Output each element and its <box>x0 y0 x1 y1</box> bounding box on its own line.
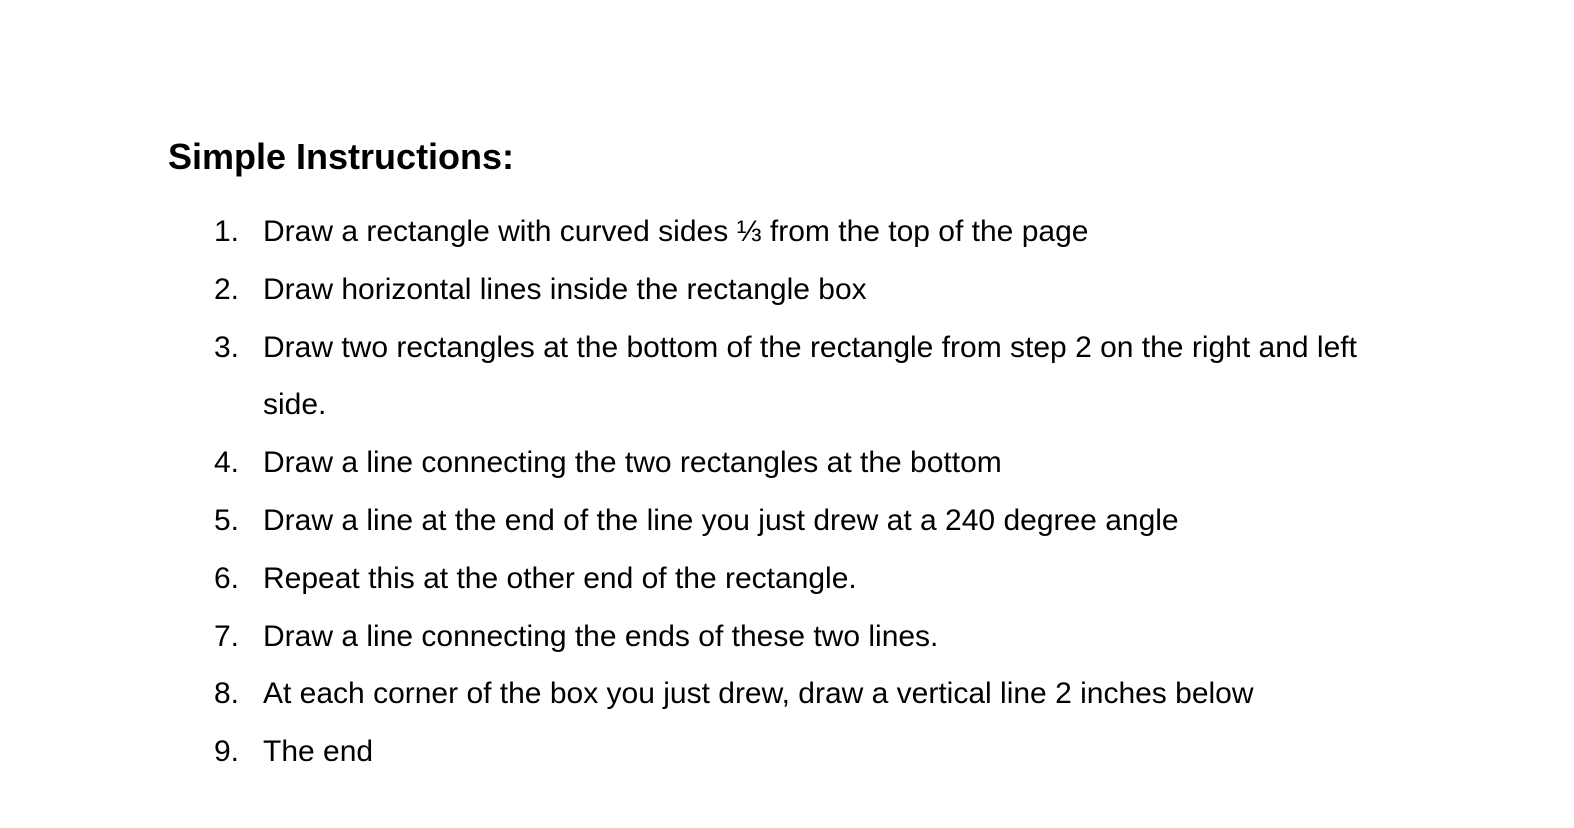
instruction-number: 8. <box>214 677 240 711</box>
instruction-item: 1. Draw a rectangle with curved sides ⅓ … <box>0 203 1574 261</box>
instruction-number: 2. <box>214 272 240 306</box>
document-page: Simple Instructions: 1. Draw a rectangle… <box>0 0 1574 828</box>
instruction-list: 1. Draw a rectangle with curved sides ⅓ … <box>0 203 1574 781</box>
instruction-text: Draw horizontal lines inside the rectang… <box>263 272 867 306</box>
instruction-number: 7. <box>214 619 240 653</box>
instruction-item: 4. Draw a line connecting the two rectan… <box>0 434 1574 492</box>
instruction-number: 9. <box>214 735 240 769</box>
instruction-item: 2. Draw horizontal lines inside the rect… <box>0 261 1574 319</box>
instruction-number: 6. <box>214 561 240 595</box>
instruction-text: Repeat this at the other end of the rect… <box>263 561 857 595</box>
instruction-text: Draw a line at the end of the line you j… <box>263 503 1179 537</box>
instruction-text: Draw a rectangle with curved sides ⅓ fro… <box>263 215 1089 248</box>
instruction-item: 3. Draw two rectangles at the bottom of … <box>0 319 1574 435</box>
instruction-text: The end <box>263 735 374 769</box>
instruction-text: At each corner of the box you just drew,… <box>263 677 1254 711</box>
instruction-item: 9. The end <box>0 723 1574 781</box>
instruction-number: 5. <box>214 503 240 537</box>
instruction-item: 5. Draw a line at the end of the line yo… <box>0 492 1574 550</box>
instruction-number: 1. <box>214 215 240 248</box>
instruction-item: 8. At each corner of the box you just dr… <box>0 665 1574 723</box>
instruction-text: Draw two rectangles at the bottom of the… <box>263 330 1357 422</box>
instruction-text: Draw a line connecting the ends of these… <box>263 619 939 653</box>
instruction-item: 6. Repeat this at the other end of the r… <box>0 550 1574 608</box>
document-heading: Simple Instructions: <box>168 136 515 177</box>
instruction-number: 3. <box>214 330 240 364</box>
instruction-text: Draw a line connecting the two rectangle… <box>263 446 1002 480</box>
instruction-item: 7. Draw a line connecting the ends of th… <box>0 608 1574 666</box>
instruction-number: 4. <box>214 446 240 480</box>
